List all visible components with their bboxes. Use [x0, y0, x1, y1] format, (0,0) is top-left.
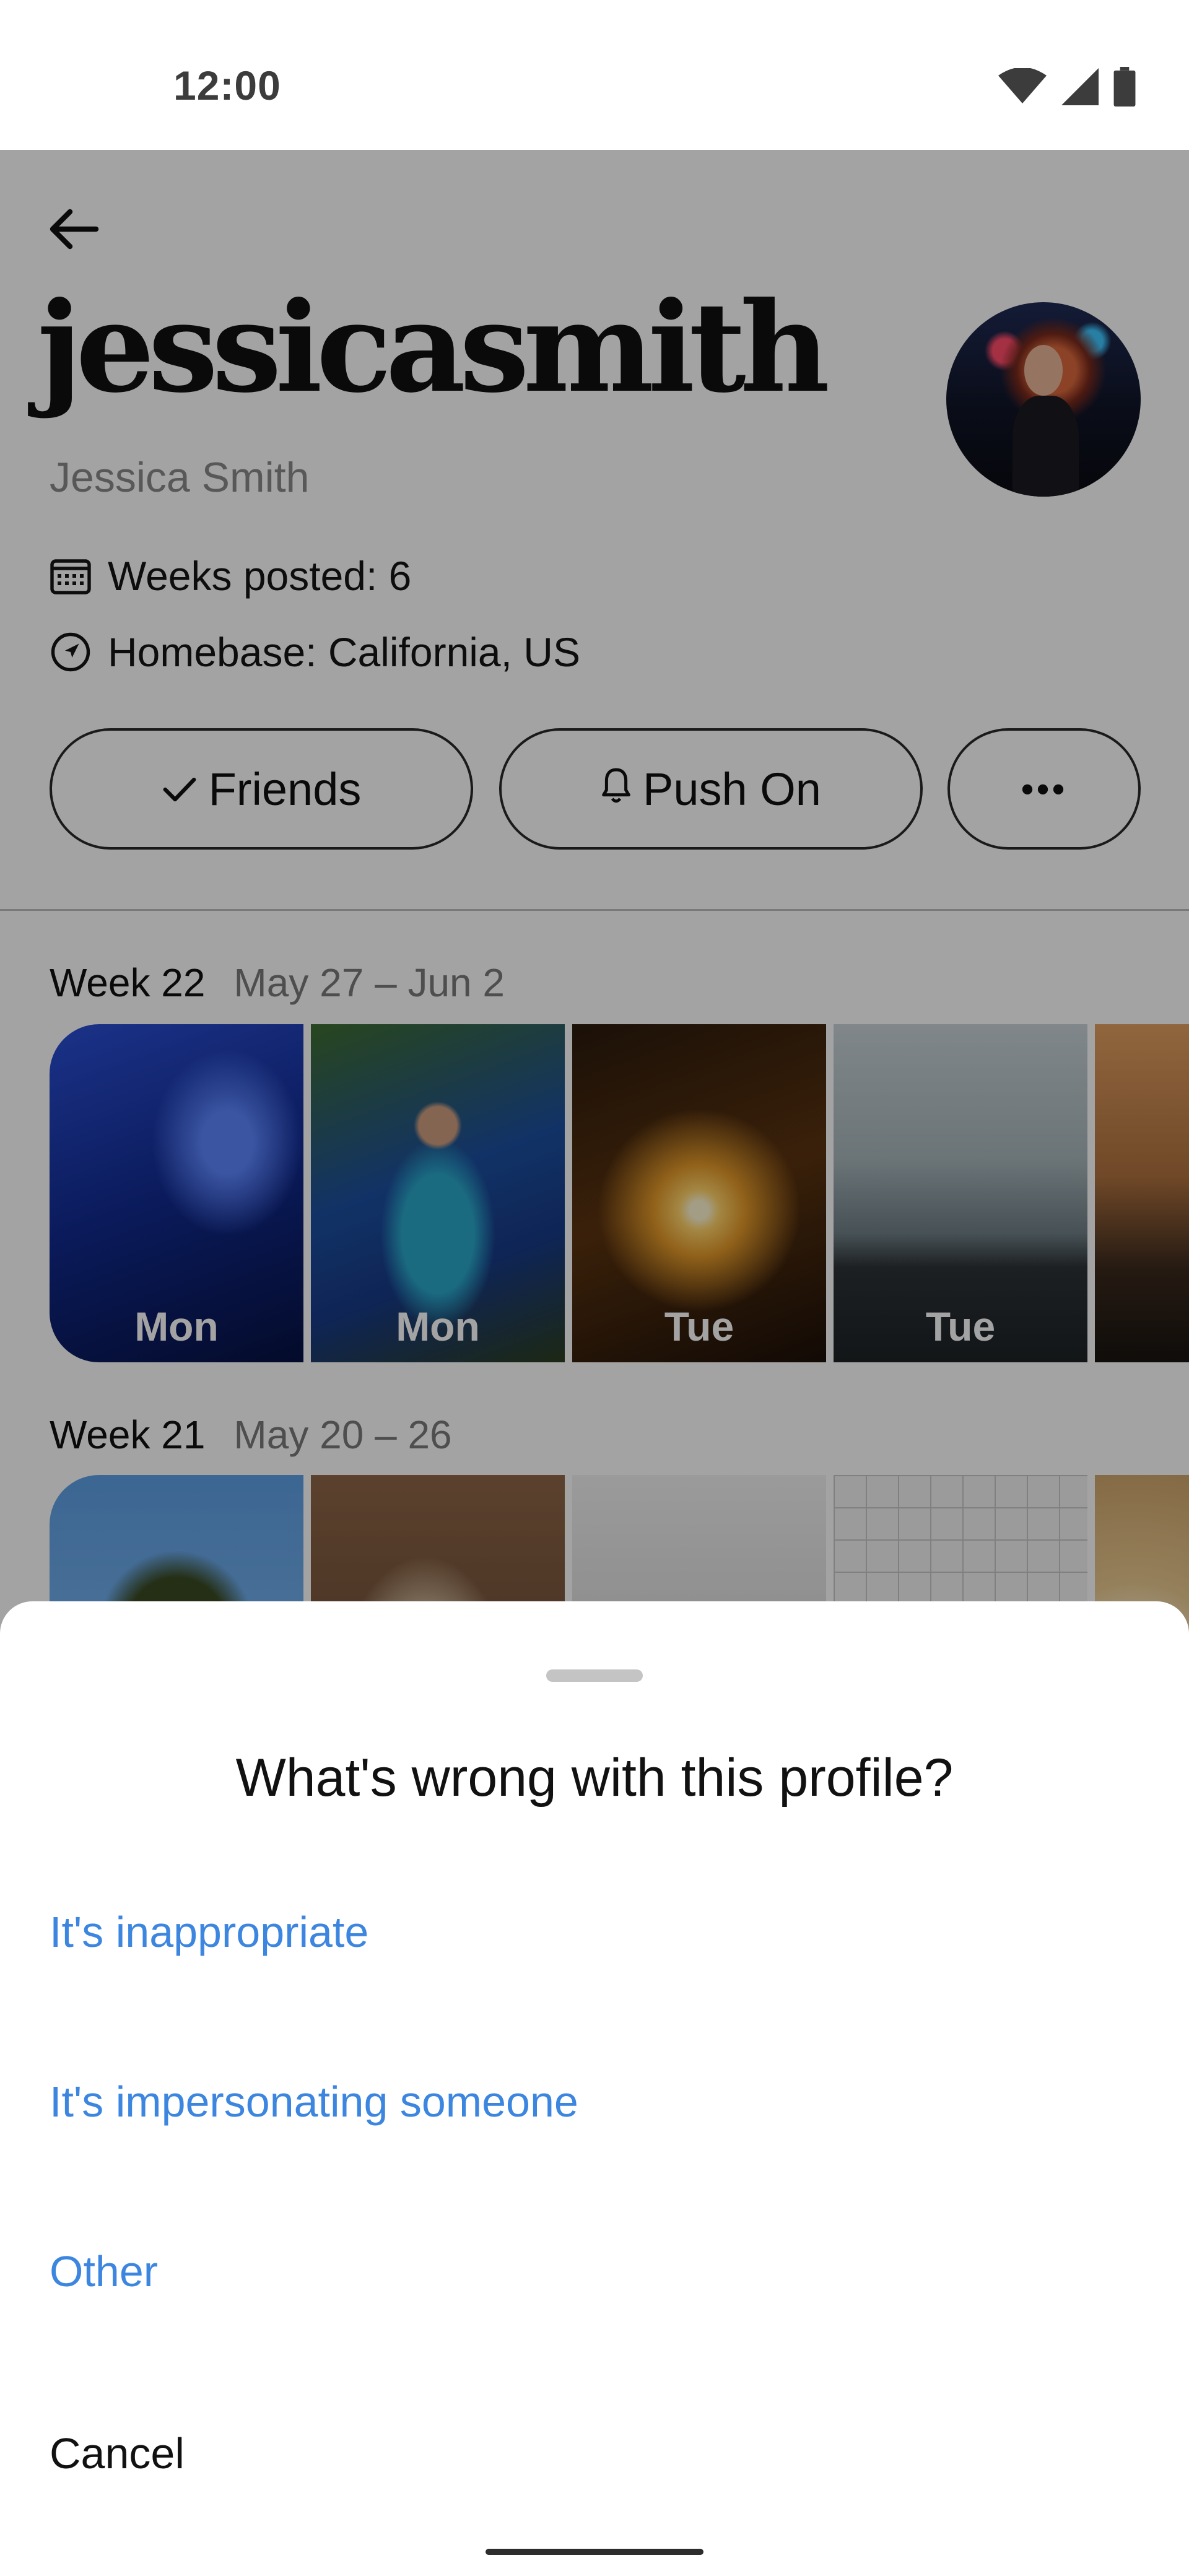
- status-time: 12:00: [173, 63, 281, 108]
- battery-icon: [1113, 67, 1136, 110]
- cancel-button[interactable]: Cancel: [50, 2429, 185, 2478]
- status-icons: [998, 67, 1136, 110]
- option-other[interactable]: Other: [50, 2247, 158, 2296]
- sheet-title: What's wrong with this profile?: [235, 1748, 954, 1808]
- home-indicator[interactable]: [486, 2549, 703, 2555]
- option-impersonating[interactable]: It's impersonating someone: [50, 2077, 578, 2126]
- wifi-icon: [998, 67, 1047, 108]
- option-inappropriate[interactable]: It's inappropriate: [50, 1907, 368, 1957]
- report-bottom-sheet: What's wrong with this profile? It's ina…: [0, 1601, 1189, 2576]
- status-bar: 12:00: [0, 0, 1189, 150]
- sheet-drag-handle[interactable]: [546, 1669, 643, 1682]
- signal-icon: [1061, 68, 1099, 108]
